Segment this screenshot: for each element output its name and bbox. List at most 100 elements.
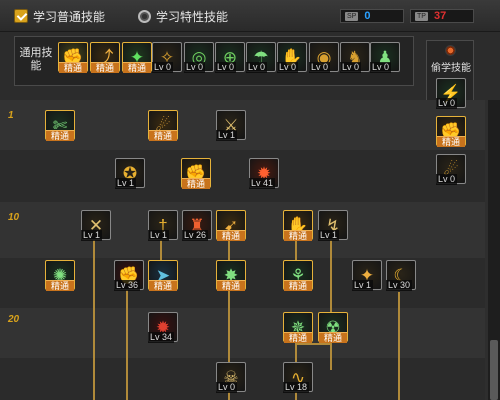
mastered-badge: 精通	[182, 178, 210, 189]
skill-slot[interactable]: ✊ 精通	[181, 158, 211, 196]
skill-level-label: Lv 1	[81, 230, 103, 241]
skill-slot[interactable]: ✊ 精通	[436, 116, 466, 154]
skill-slot[interactable]: ⚡ Lv 0	[436, 78, 466, 116]
skill-slot[interactable]: ☠ Lv 0	[216, 362, 246, 400]
tab-normal-skills[interactable]: 学习普通技能	[14, 7, 105, 25]
skill-level-label: Lv 1	[352, 280, 374, 291]
mastered-badge: 精通	[437, 136, 465, 147]
skill-slot[interactable]: ⊕ Lv 0	[215, 42, 245, 80]
skill-connector	[398, 292, 400, 400]
skill-level-label: Lv 0	[215, 62, 237, 73]
skill-slot[interactable]: ➤ 精通	[148, 260, 178, 298]
radio-icon	[138, 9, 151, 23]
tp-counter: TP 37	[410, 9, 474, 23]
skill-tree-area: 1 10 20	[0, 100, 500, 400]
mastered-badge: 精通	[123, 62, 151, 73]
skill-slot[interactable]: ✕ Lv 1	[81, 210, 111, 248]
skill-slot[interactable]: ☄ Lv 0	[436, 154, 466, 192]
skill-slot[interactable]: ♞ Lv 0	[340, 42, 370, 80]
skill-slot[interactable]: ⤴ 精通	[90, 42, 120, 80]
mastered-badge: 精通	[149, 130, 177, 141]
skill-connector	[126, 290, 128, 400]
skill-slot[interactable]: ✧ Lv 0	[152, 42, 182, 80]
mastered-badge: 精通	[284, 332, 312, 343]
mastered-badge: 精通	[46, 130, 74, 141]
skill-slot[interactable]: ⚘ 精通	[283, 260, 313, 298]
skill-level-label: Lv 0	[436, 174, 458, 185]
skill-slot[interactable]: ☄ 精通	[148, 110, 178, 148]
scrollbar-thumb[interactable]	[490, 340, 498, 400]
level-label: 10	[8, 212, 20, 223]
skill-level-label: Lv 0	[370, 62, 392, 73]
tree-row-band	[0, 150, 485, 202]
tab-normal-skills-label: 学习普通技能	[33, 9, 106, 24]
skill-slot[interactable]: ✹ Lv 41	[249, 158, 279, 196]
skill-level-label: Lv 0	[152, 62, 174, 73]
skill-slot[interactable]: ♟ Lv 0	[370, 42, 400, 80]
skill-slot[interactable]: ✋ Lv 0	[277, 42, 307, 80]
skill-slot[interactable]: ➹ 精通	[216, 210, 246, 248]
mastered-badge: 精通	[91, 62, 119, 73]
scrollbar[interactable]	[488, 100, 500, 400]
sp-counter: SP 0	[340, 9, 404, 23]
skill-slot[interactable]: ✺ 精通	[45, 260, 75, 298]
mastered-badge: 精通	[284, 280, 312, 291]
skill-level-label: Lv 30	[386, 280, 413, 291]
skill-slot[interactable]: ↯ Lv 1	[318, 210, 348, 248]
skill-slot[interactable]: ✹ Lv 34	[148, 312, 178, 350]
skill-slot[interactable]: ☢ 精通	[318, 312, 348, 350]
skill-slot[interactable]: ✊ 精通	[58, 42, 88, 80]
skill-slot[interactable]: ✄ 精通	[45, 110, 75, 148]
tab-trait-skills-label: 学习特性技能	[156, 9, 229, 24]
mastered-badge: 精通	[217, 280, 245, 291]
skill-level-label: Lv 41	[249, 178, 276, 189]
level-label: 20	[8, 314, 20, 325]
tab-trait-skills[interactable]: 学习特性技能	[138, 7, 228, 25]
level-label: 1	[8, 110, 14, 121]
sp-label: SP	[345, 11, 359, 21]
skill-level-label: Lv 0	[246, 62, 268, 73]
skill-slot[interactable]: ⚔ Lv 1	[216, 110, 246, 148]
tree-row-band	[0, 308, 485, 358]
tp-label: TP	[415, 11, 428, 21]
skill-level-label: Lv 0	[340, 62, 362, 73]
skill-level-label: Lv 34	[148, 332, 175, 343]
skill-slot[interactable]: ☾ Lv 30	[386, 260, 416, 298]
skill-slot[interactable]: ✪ Lv 1	[115, 158, 145, 196]
mastered-badge: 精通	[59, 62, 87, 73]
skill-slot[interactable]: ◉ Lv 0	[309, 42, 339, 80]
skill-slot[interactable]: ∿ Lv 18	[283, 362, 313, 400]
skill-slot[interactable]: † Lv 1	[148, 210, 178, 248]
mastered-badge: 精通	[284, 230, 312, 241]
steal-skills-title: 偷学技能	[431, 63, 471, 74]
skill-level-label: Lv 0	[277, 62, 299, 73]
skill-level-label: Lv 36	[114, 280, 141, 291]
skill-level-label: Lv 0	[436, 98, 458, 109]
check-icon	[14, 9, 28, 23]
skill-connector	[330, 240, 332, 370]
skill-slot[interactable]: ✦ Lv 1	[352, 260, 382, 298]
skill-level-label: Lv 0	[184, 62, 206, 73]
skill-slot[interactable]: ✸ 精通	[216, 260, 246, 298]
tp-value: 37	[433, 10, 447, 22]
skill-level-label: Lv 1	[115, 178, 137, 189]
skill-level-label: Lv 1	[318, 230, 340, 241]
skill-slot[interactable]: ✋ 精通	[283, 210, 313, 248]
skill-slot[interactable]: ♜ Lv 26	[182, 210, 212, 248]
top-bar: 学习普通技能 学习特性技能 SP 0 TP 37	[0, 0, 500, 32]
skill-slot[interactable]: ☂ Lv 0	[246, 42, 276, 80]
mastered-badge: 精通	[149, 280, 177, 291]
skill-level-label: Lv 26	[182, 230, 209, 241]
skill-level-label: Lv 1	[148, 230, 170, 241]
skill-slot[interactable]: ✊ Lv 36	[114, 260, 144, 298]
mastered-badge: 精通	[46, 280, 74, 291]
skill-slot[interactable]: ✦ 精通	[122, 42, 152, 80]
common-skills-title: 通用技能	[19, 47, 53, 72]
skill-level-label: Lv 0	[216, 382, 238, 393]
gear-icon	[445, 45, 456, 56]
skill-connector	[93, 240, 95, 400]
skill-level-label: Lv 1	[216, 130, 238, 141]
mastered-badge: 精通	[217, 230, 245, 241]
skill-slot[interactable]: ✵ 精通	[283, 312, 313, 350]
skill-slot[interactable]: ◎ Lv 0	[184, 42, 214, 80]
